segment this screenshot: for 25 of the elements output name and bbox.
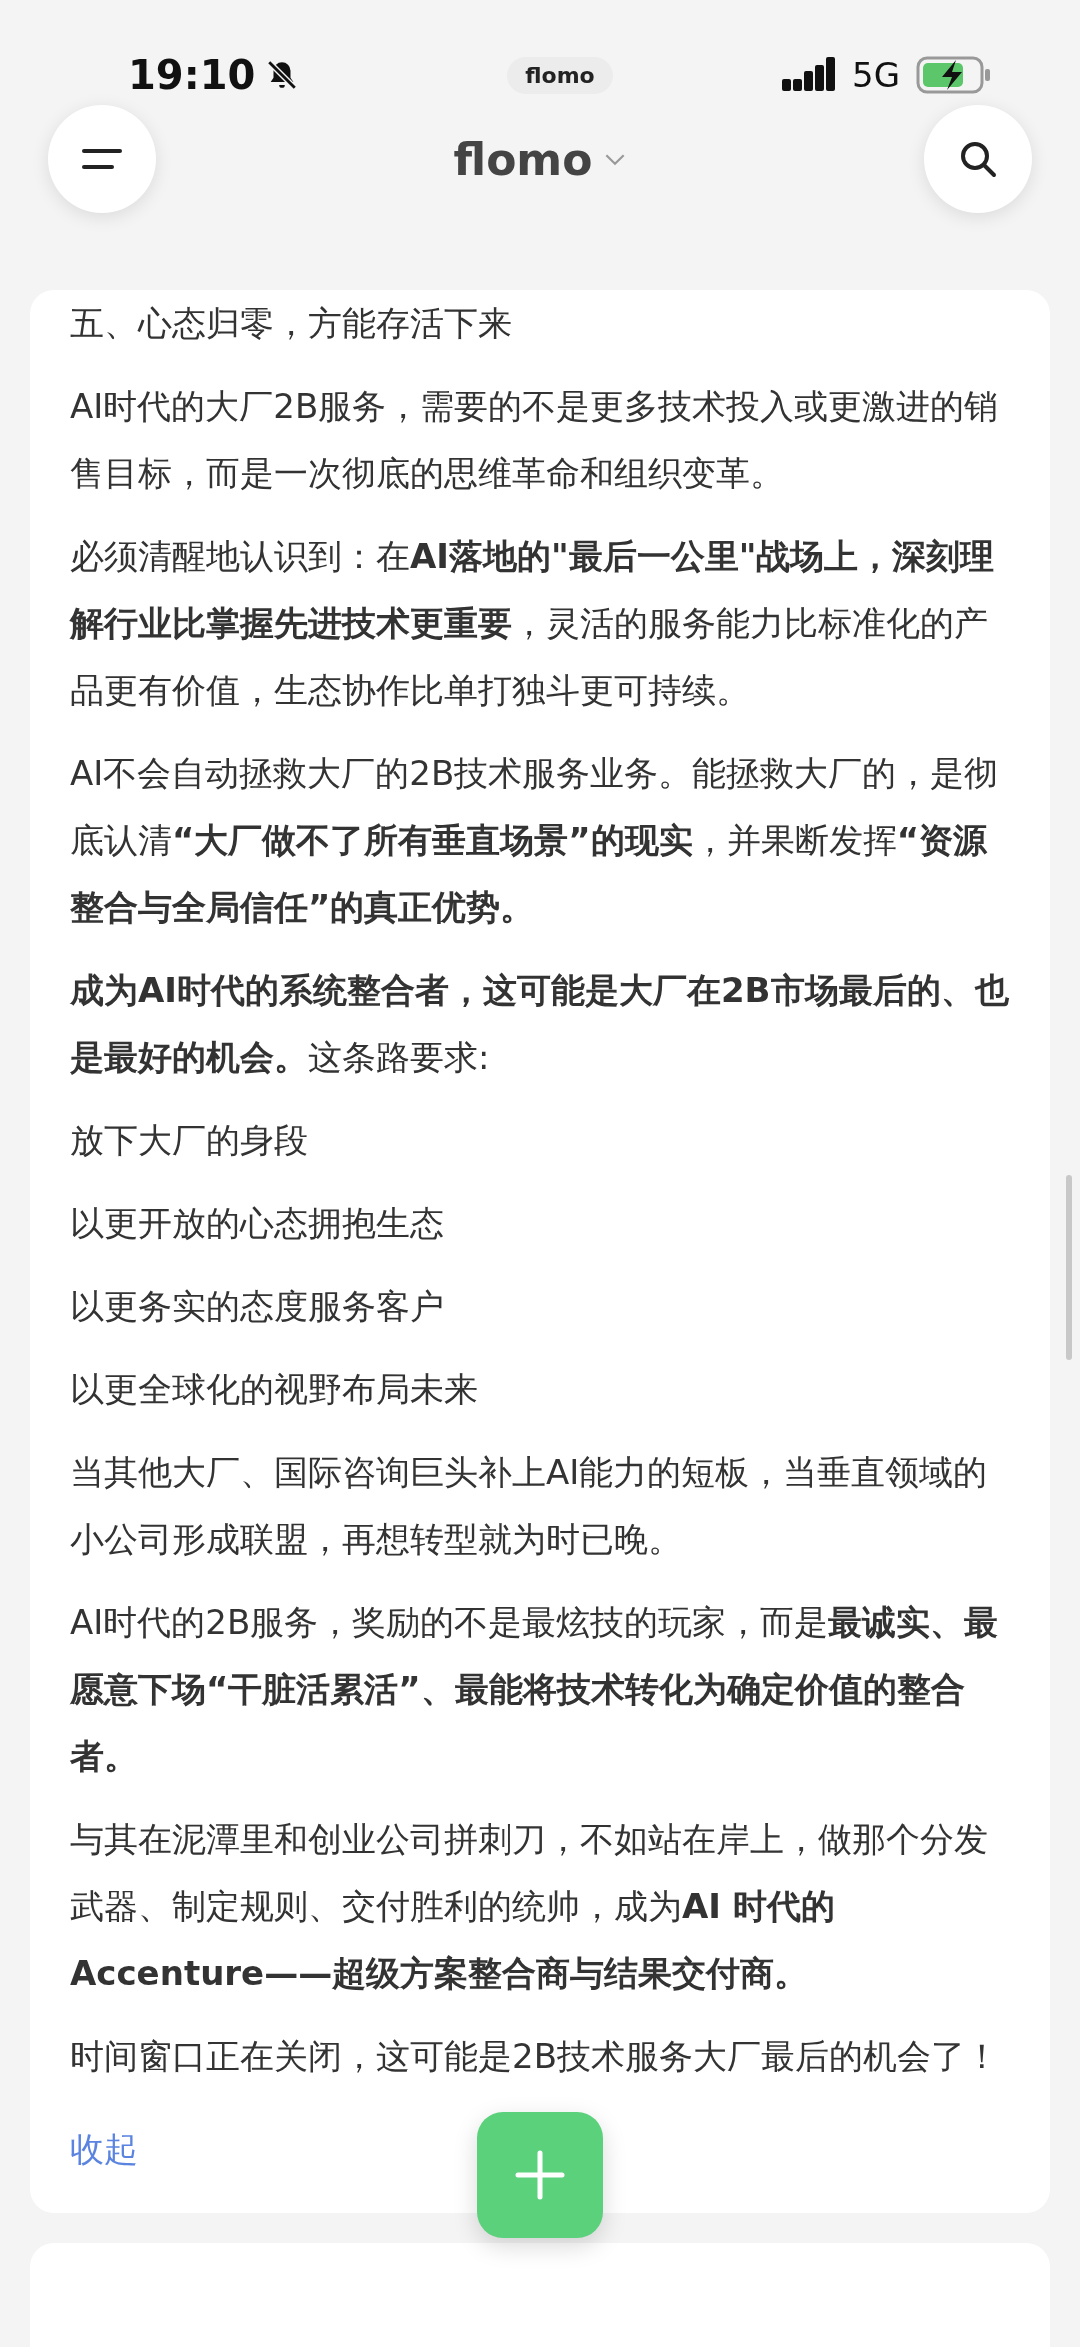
memo-paragraph: 以更全球化的视野布局未来 bbox=[70, 1368, 479, 1411]
memo-paragraph: AI时代的2B服务，奖励的不是最炫技的玩家，而是最诚实、最愿意下场“干脏活累活”、最能将技术转化为确定价值的整合者。 bbox=[70, 1601, 1000, 1778]
memo-paragraph: 当其他大厂、国际咨询巨头补上AI能力的短板，当垂直领域的小公司形成联盟，再想转型就为时已晚。 bbox=[70, 1451, 989, 1561]
status-time: 19:10 bbox=[128, 52, 256, 98]
memo-paragraph: AI时代的大厂2B服务，需要的不是更多技术投入或更激进的销售目标，而是一次彻底的思维革命和组织变革。 bbox=[70, 385, 1000, 495]
chevron-down-icon bbox=[604, 152, 627, 166]
scrollbar-thumb[interactable] bbox=[1066, 1175, 1072, 1360]
memo-paragraph: 以更开放的心态拥抱生态 bbox=[70, 1202, 445, 1245]
app-pill: flomo bbox=[507, 56, 613, 94]
search-icon bbox=[958, 139, 998, 179]
charging-battery-icon bbox=[916, 56, 992, 94]
signal-icon bbox=[782, 57, 836, 93]
memo-paragraph: 时间窗口正在关闭，这可能是2B技术服务大厂最后的机会了！ bbox=[70, 2035, 1000, 2078]
memo-paragraph: 与其在泥潭里和创业公司拼刺刀，不如站在岸上，做那个分发武器、制定规则、交付胜利的统帅，成为AI 时代的Accenture——超级方案整合商与结果交付商。 bbox=[70, 1818, 989, 1995]
memo-paragraph: AI不会自动拯救大厂的2B技术服务业务。能拯救大厂的，是彻底认清“大厂做不了所有垂直场景”的现实，并果断发挥“资源整合与全局信任”的真正优势。 bbox=[70, 752, 1000, 929]
memo-paragraph: 五、心态归零，方能存活下来 bbox=[70, 302, 513, 345]
memo-paragraph: 成为AI时代的系统整合者，这可能是大厂在2B市场最后的、也是最好的机会。这条路要求: bbox=[70, 969, 1010, 1079]
plus-icon bbox=[515, 2150, 565, 2200]
memo-paragraph: 以更务实的态度服务客户 bbox=[70, 1285, 445, 1328]
memo-paragraph: 必须清醒地认识到：在AI落地的"最后一公里"战场上，深刻理解行业比掌握先进技术更重要，灵活的服务能力比标准化的产品更有价值，生态协作比单打独斗更可持续。 bbox=[70, 535, 996, 712]
collapse-link[interactable]: 收起 bbox=[70, 2116, 138, 2183]
memo-paragraph: 放下大厂的身段 bbox=[70, 1119, 309, 1162]
menu-icon bbox=[82, 147, 122, 171]
network-label: 5G bbox=[852, 55, 900, 95]
workspace-title-dropdown[interactable]: flomo bbox=[447, 132, 633, 186]
